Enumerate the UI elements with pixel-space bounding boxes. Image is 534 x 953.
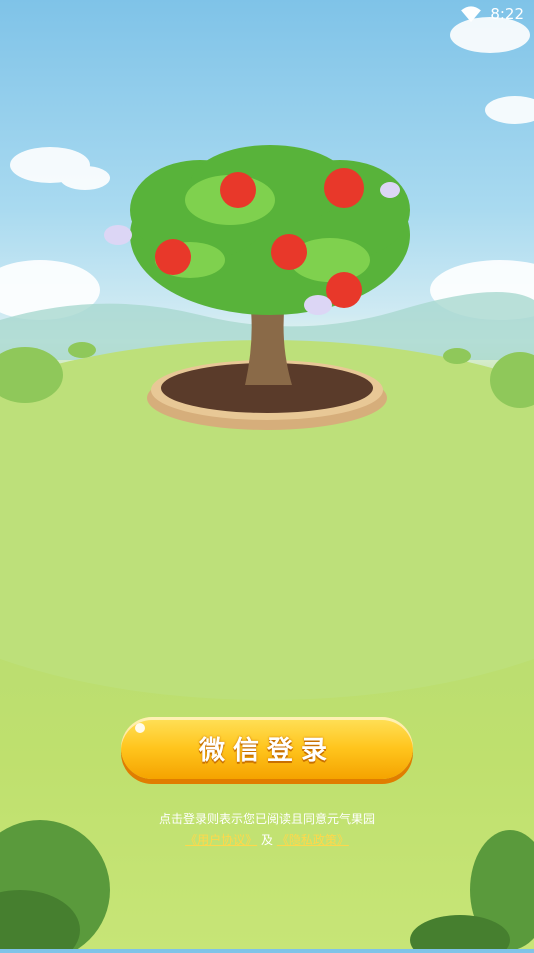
wifi-icon — [461, 6, 482, 23]
background-scene — [0, 0, 534, 953]
agreement-notice: 点击登录则表示您已阅读且同意元气果园 — [158, 812, 375, 826]
user-agreement-link[interactable]: 《用户协议》 — [185, 833, 257, 847]
agreement-connector: 及 — [260, 833, 273, 847]
privacy-policy-link[interactable]: 《隐私政策》 — [277, 833, 349, 847]
agreement-links: 《用户协议》 及 《隐私政策》 — [0, 830, 534, 850]
status-bar: 8:22 — [0, 0, 534, 28]
button-shine — [135, 723, 145, 733]
garden-illustration — [0, 17, 534, 953]
wechat-login-button[interactable]: 微信登录 — [121, 717, 413, 779]
wechat-login-label: 微信登录 — [198, 735, 335, 766]
status-time: 8:22 — [490, 5, 524, 23]
